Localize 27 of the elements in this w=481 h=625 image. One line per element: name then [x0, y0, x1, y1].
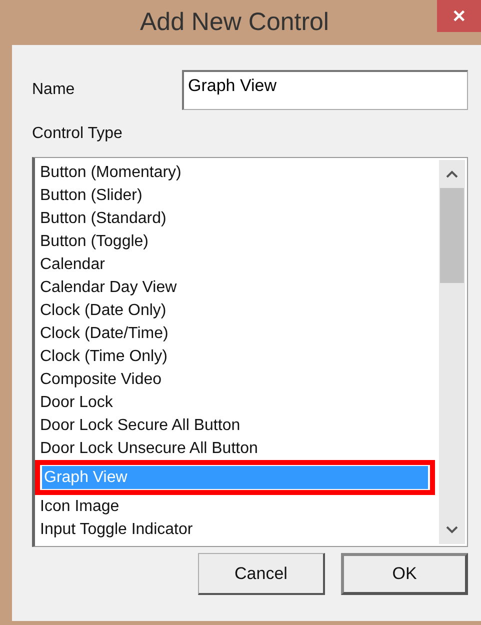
scroll-up-icon[interactable] [446, 170, 458, 178]
window-title: Add New Control [139, 8, 330, 37]
list-item[interactable]: Button (Momentary) [38, 161, 429, 184]
list-item[interactable]: Door Lock Secure All Button [38, 414, 429, 437]
close-button[interactable]: ✕ [437, 0, 481, 32]
list-item[interactable]: Clock (Time Only) [38, 345, 429, 368]
control-type-list[interactable] [32, 157, 468, 547]
cancel-button[interactable]: Cancel [198, 553, 325, 595]
list-item[interactable]: Calendar [38, 253, 429, 276]
scrollbar[interactable] [439, 160, 465, 544]
list-item[interactable]: Button (Standard) [38, 207, 429, 230]
list-item[interactable]: Composite Video [38, 368, 429, 391]
name-field[interactable]: Graph View [182, 70, 468, 110]
list-item[interactable]: Input Toggle Indicator [38, 518, 429, 541]
list-item[interactable]: Calendar Day View [38, 276, 429, 299]
list-item[interactable]: Button (Slider) [38, 184, 429, 207]
list-item[interactable]: Button (Toggle) [38, 230, 429, 253]
ok-button[interactable]: OK [341, 553, 468, 595]
scroll-down-icon[interactable] [446, 526, 458, 534]
list-item[interactable]: Door Lock [38, 391, 429, 414]
control-type-label: Control Type [32, 125, 124, 143]
list-item[interactable]: Clock (Date Only) [38, 299, 429, 322]
scroll-thumb[interactable] [440, 188, 464, 283]
list-item[interactable]: Door Lock Unsecure All Button [38, 437, 429, 460]
list-item[interactable]: Clock (Date/Time) [38, 322, 429, 345]
name-label: Name [32, 81, 76, 99]
list-item[interactable]: Icon Image [38, 495, 429, 518]
